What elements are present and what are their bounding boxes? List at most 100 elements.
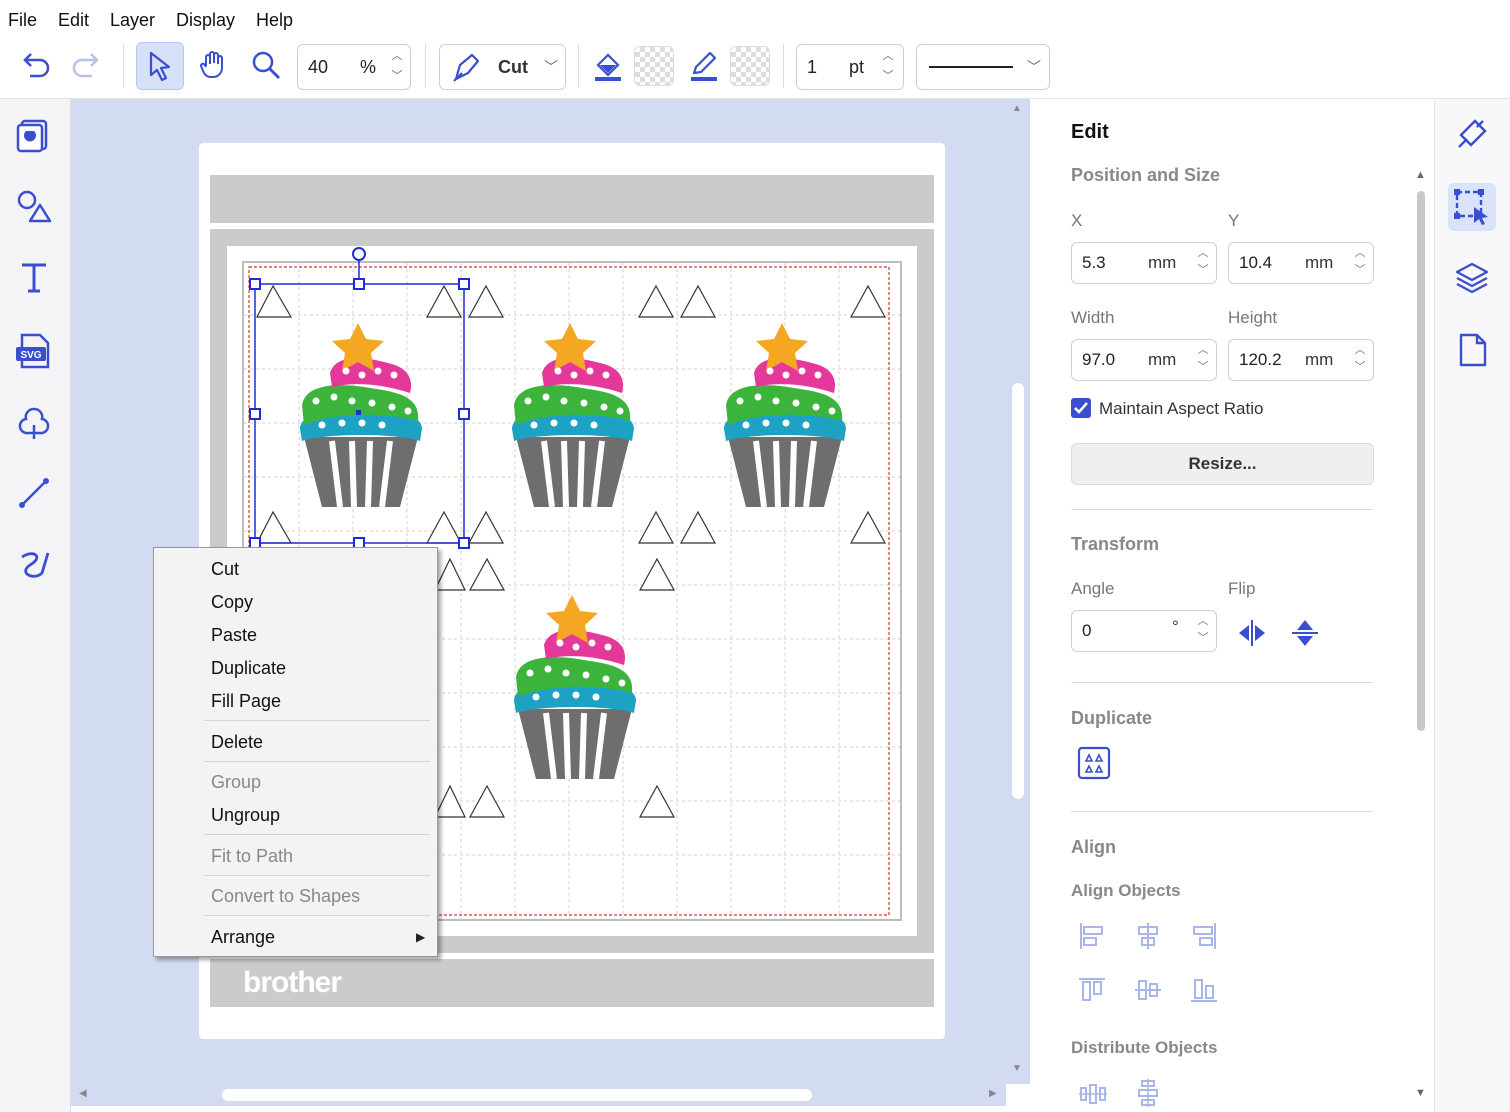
angle-unit: ° bbox=[1172, 617, 1179, 636]
y-unit: mm bbox=[1305, 253, 1334, 272]
pattern-library-icon[interactable] bbox=[14, 115, 54, 155]
zoom-up-icon[interactable]: ︿ bbox=[390, 49, 404, 63]
align-middle-icon[interactable] bbox=[1133, 975, 1163, 1005]
trace-image-icon[interactable] bbox=[14, 403, 54, 443]
maintain-aspect-checkbox[interactable] bbox=[1071, 398, 1091, 418]
vertical-scroll-thumb[interactable] bbox=[1012, 383, 1024, 799]
layers-icon[interactable] bbox=[1453, 259, 1491, 297]
context-menu-cut[interactable]: Cut bbox=[211, 559, 239, 580]
resize-button[interactable]: Resize... bbox=[1071, 443, 1374, 485]
angle-stepper-icon[interactable]: ︿ ﹀ bbox=[1194, 613, 1212, 647]
line-style-preview bbox=[929, 66, 1013, 68]
curve-tool-icon[interactable] bbox=[14, 545, 54, 585]
menu-layer[interactable]: Layer bbox=[110, 10, 155, 31]
line-tool-icon[interactable] bbox=[14, 473, 54, 513]
pen-line-color-icon[interactable] bbox=[686, 47, 722, 83]
page-settings-icon[interactable] bbox=[1453, 331, 1491, 369]
cut-blade-icon bbox=[453, 53, 480, 82]
undo-icon[interactable] bbox=[18, 48, 52, 82]
horizontal-scroll-thumb[interactable] bbox=[222, 1089, 812, 1101]
toolbar-divider bbox=[123, 44, 124, 88]
context-menu-ungroup[interactable]: Ungroup bbox=[211, 805, 280, 826]
width-field[interactable]: 97.0 mm ︿ ﹀ bbox=[1071, 339, 1217, 381]
context-menu-arrange[interactable]: Arrange bbox=[211, 927, 275, 948]
fill-color-swatch[interactable] bbox=[634, 46, 674, 86]
align-top-icon[interactable] bbox=[1077, 975, 1107, 1005]
svg-text:SVG: SVG bbox=[20, 350, 41, 361]
chevron-down-icon: ﹀ bbox=[1027, 59, 1041, 75]
x-label: X bbox=[1071, 211, 1083, 230]
menu-help[interactable]: Help bbox=[256, 10, 293, 31]
redo-icon[interactable] bbox=[70, 48, 104, 82]
scroll-left-icon[interactable]: ◀ bbox=[79, 1088, 87, 1099]
menu-edit[interactable]: Edit bbox=[58, 10, 89, 31]
toolbar-divider bbox=[578, 44, 579, 88]
divider bbox=[1071, 682, 1373, 683]
context-menu-fill-page[interactable]: Fill Page bbox=[211, 691, 281, 712]
context-menu: Cut Copy Paste Duplicate Fill Page Delet… bbox=[153, 547, 438, 957]
line-width-up-icon[interactable]: ︿ bbox=[881, 49, 895, 63]
panel-scroll-thumb[interactable] bbox=[1417, 191, 1425, 731]
x-stepper-icon[interactable]: ︿ ﹀ bbox=[1194, 245, 1212, 279]
duplicate-heading: Duplicate bbox=[1071, 708, 1153, 728]
shapes-icon[interactable] bbox=[14, 187, 54, 227]
context-menu-copy[interactable]: Copy bbox=[211, 592, 253, 613]
width-stepper-icon[interactable]: ︿ ﹀ bbox=[1194, 342, 1212, 376]
horizontal-scrollbar[interactable]: ◀ ▶ bbox=[71, 1084, 1006, 1106]
maintain-aspect-label: Maintain Aspect Ratio bbox=[1099, 399, 1264, 418]
scroll-down-icon[interactable]: ▼ bbox=[1012, 1063, 1022, 1074]
pointer-icon bbox=[149, 51, 171, 82]
duplicate-icon[interactable] bbox=[1077, 746, 1111, 780]
zoom-down-icon[interactable]: ﹀ bbox=[390, 69, 404, 83]
mode-select[interactable]: Cut ﹀ bbox=[439, 44, 566, 90]
y-value: 10.4 bbox=[1239, 253, 1273, 272]
menu-separator bbox=[204, 834, 430, 835]
align-right-icon[interactable] bbox=[1189, 921, 1219, 951]
align-center-icon[interactable] bbox=[1133, 921, 1163, 951]
menu-display[interactable]: Display bbox=[176, 10, 235, 31]
edit-tab-button[interactable] bbox=[1448, 183, 1496, 231]
brother-logo: brother bbox=[243, 966, 342, 999]
vertical-scrollbar[interactable]: ▲ ▼ bbox=[1006, 99, 1030, 1084]
distribute-vertical-icon[interactable] bbox=[1133, 1077, 1163, 1109]
context-menu-fit-to-path: Fit to Path bbox=[211, 846, 294, 866]
y-label: Y bbox=[1228, 211, 1240, 230]
line-color-swatch[interactable] bbox=[730, 46, 770, 86]
svg-import-icon[interactable]: SVG bbox=[14, 331, 54, 371]
toolbar-divider bbox=[425, 44, 426, 88]
scroll-right-icon[interactable]: ▶ bbox=[989, 1088, 997, 1099]
y-stepper-icon[interactable]: ︿ ﹀ bbox=[1351, 245, 1369, 279]
height-field[interactable]: 120.2 mm ︿ ﹀ bbox=[1228, 339, 1374, 381]
flip-horizontal-icon[interactable] bbox=[1236, 617, 1268, 649]
panel-scroll-up-icon[interactable]: ▲ bbox=[1415, 169, 1426, 181]
line-width-down-icon[interactable]: ﹀ bbox=[881, 69, 895, 83]
paint-brush-icon[interactable] bbox=[1453, 115, 1491, 153]
align-bottom-icon[interactable] bbox=[1189, 975, 1219, 1005]
rotate-handle[interactable] bbox=[352, 247, 366, 261]
context-menu-paste[interactable]: Paste bbox=[211, 625, 257, 646]
zoom-icon[interactable] bbox=[248, 47, 284, 83]
hand-pan-icon[interactable] bbox=[195, 46, 233, 84]
x-field[interactable]: 5.3 mm ︿ ﹀ bbox=[1071, 242, 1217, 284]
line-width-field[interactable]: 1 pt ︿ ﹀ bbox=[796, 44, 904, 90]
flip-vertical-icon[interactable] bbox=[1289, 617, 1321, 649]
mode-label: Cut bbox=[498, 57, 528, 77]
y-field[interactable]: 10.4 mm ︿ ﹀ bbox=[1228, 242, 1374, 284]
height-stepper-icon[interactable]: ︿ ﹀ bbox=[1351, 342, 1369, 376]
text-icon[interactable] bbox=[14, 257, 54, 297]
panel-scroll-down-icon[interactable]: ▼ bbox=[1415, 1087, 1426, 1099]
scroll-up-icon[interactable]: ▲ bbox=[1012, 103, 1022, 114]
context-menu-delete[interactable]: Delete bbox=[211, 732, 263, 753]
angle-field[interactable]: 0 ° ︿ ﹀ bbox=[1071, 610, 1217, 652]
zoom-field[interactable]: 40 % ︿ ﹀ bbox=[297, 44, 411, 90]
position-size-heading: Position and Size bbox=[1071, 165, 1221, 185]
line-style-select[interactable]: ﹀ bbox=[916, 44, 1050, 90]
select-tool-button[interactable] bbox=[136, 42, 184, 90]
menu-file[interactable]: File bbox=[8, 10, 37, 31]
context-menu-duplicate[interactable]: Duplicate bbox=[211, 658, 286, 679]
chevron-down-icon: ﹀ bbox=[544, 59, 558, 75]
distribute-horizontal-icon[interactable] bbox=[1077, 1079, 1109, 1109]
align-left-icon[interactable] bbox=[1077, 921, 1107, 951]
angle-label: Angle bbox=[1071, 579, 1115, 598]
fill-bucket-icon[interactable] bbox=[590, 47, 626, 83]
